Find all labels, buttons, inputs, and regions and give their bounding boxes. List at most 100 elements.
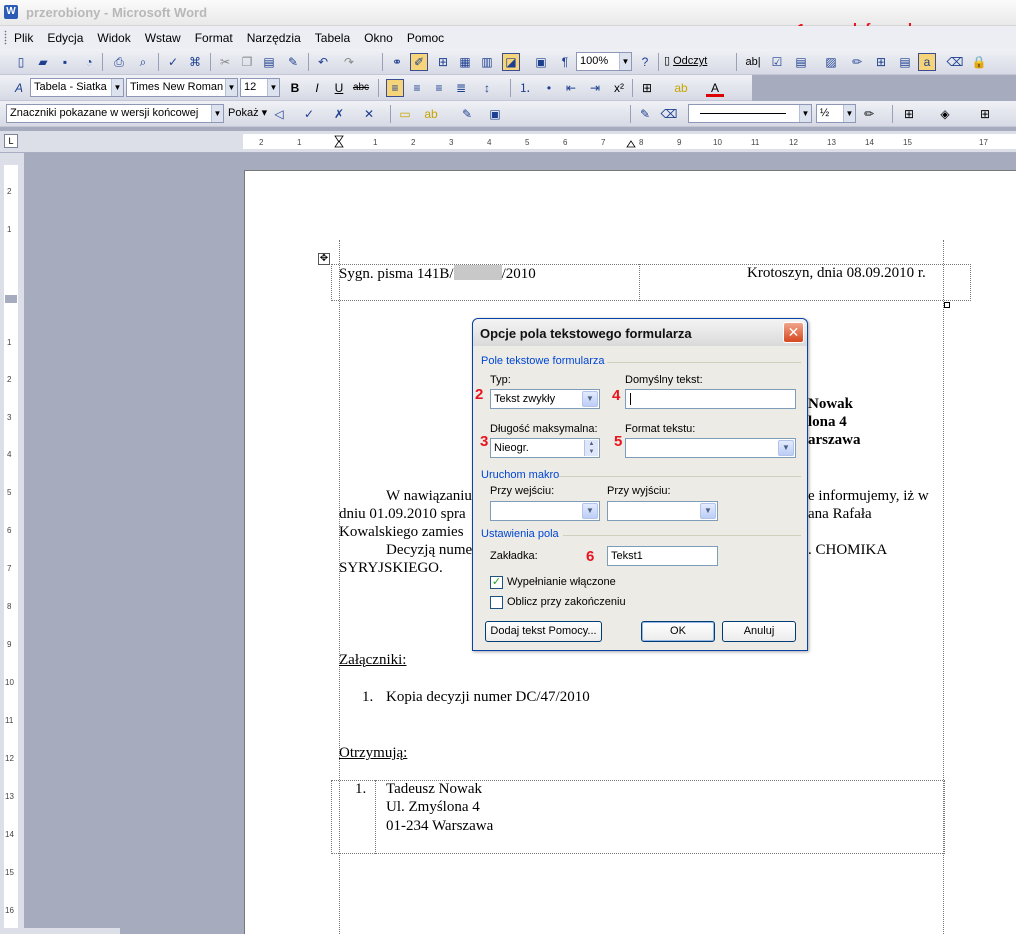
view-buttons-bar[interactable] [0,928,120,934]
copy-icon[interactable]: ❐ [238,53,256,71]
justify-icon[interactable]: ≣ [452,79,470,97]
style-combo[interactable]: Tabela - Siatka ▼ [30,78,124,97]
chevron-down-icon[interactable]: ▼ [778,440,794,456]
menu-narzedzia[interactable]: Narzędzia [247,31,301,45]
table-move-handle-icon[interactable]: ✥ [318,253,330,265]
align-left-icon[interactable]: ≡ [386,79,404,97]
menu-widok[interactable]: Widok [97,31,130,45]
bookmark-input[interactable]: Tekst1 [607,546,718,566]
chevron-down-icon[interactable]: ▼ [582,391,598,407]
table-resize-handle[interactable] [944,302,950,308]
outside-border-icon[interactable]: ⊞ [900,105,918,123]
insert-table-form-icon[interactable]: ⊞ [872,53,890,71]
chevron-down-icon[interactable]: ▼ [700,503,716,519]
border-color-icon[interactable]: ✏ [860,105,878,123]
reject-change-arrow-icon[interactable]: ✕ [360,105,378,123]
save-icon[interactable]: ▪ [56,53,74,71]
insert-table-draw-icon[interactable]: ⊞ [976,105,994,123]
draw-table-icon[interactable]: ✏ [848,53,866,71]
undo-icon[interactable]: ↶ [314,53,332,71]
menu-format[interactable]: Format [195,31,233,45]
spinner-arrows-icon[interactable]: ▲ ▼ [584,440,598,456]
type-select[interactable]: Tekst zwykły ▼ [490,389,600,409]
form-field-shading-icon[interactable]: a [918,53,936,71]
highlight-review-icon[interactable]: ab [422,105,440,123]
show-hide-icon[interactable]: ¶ [556,53,574,71]
font-combo[interactable]: Times New Roman ▼ [126,78,238,97]
document-map-icon[interactable]: ▣ [532,53,550,71]
hyperlink-icon[interactable]: ⚭ [388,53,406,71]
spelling-icon[interactable]: ✓ [164,53,182,71]
menu-okno[interactable]: Okno [364,31,393,45]
zoom-combo[interactable]: 100% ▼ [576,52,632,71]
menu-plik[interactable]: Plik [14,31,33,45]
shading-color-icon[interactable]: ◈ [936,105,954,123]
vertical-ruler[interactable]: 21 123 456 789 101112 131415 16 [4,165,18,934]
eraser-icon[interactable]: ⌫ [660,105,678,123]
previous-change-icon[interactable]: ◁ [270,105,288,123]
max-length-spinner[interactable]: Nieogr. ▲ ▼ [490,438,600,458]
text-form-field-icon[interactable]: ab| [744,53,762,71]
paste-icon[interactable]: ▤ [260,53,278,71]
close-icon[interactable]: ✕ [783,322,804,343]
default-text-input[interactable] [625,389,796,409]
font-color-icon[interactable]: A [706,79,724,97]
numbering-icon[interactable]: ⒈ [516,79,534,97]
highlight-icon[interactable]: ab [672,79,690,97]
insert-comment-icon[interactable]: ▭ [396,105,414,123]
font-size-combo[interactable]: 12 ▼ [240,78,280,97]
decrease-indent-icon[interactable]: ⇤ [562,79,580,97]
dropdown-form-field-icon[interactable]: ▤ [792,53,810,71]
print-preview-icon[interactable]: ⌕ [134,53,152,71]
track-changes-icon[interactable]: ✎ [458,105,476,123]
accept-change-icon[interactable]: ✓ [300,105,318,123]
new-document-icon[interactable]: ▯ [12,53,30,71]
ok-button[interactable]: OK [641,621,715,642]
menu-edycja[interactable]: Edycja [47,31,83,45]
calc-on-exit-checkbox[interactable] [490,596,503,609]
drawing-icon[interactable]: ◪ [502,53,520,71]
menu-pomoc[interactable]: Pomoc [407,31,444,45]
dialog-title-bar[interactable]: Opcje pola tekstowego formularza ✕ [473,319,807,346]
format-painter-icon[interactable]: ✎ [284,53,302,71]
print-icon[interactable]: ⎙ [110,53,128,71]
research-icon[interactable]: ⌘ [186,53,204,71]
columns-icon[interactable]: ▥ [478,53,496,71]
underline-icon[interactable]: U [330,79,348,97]
align-center-icon[interactable]: ≡ [408,79,426,97]
styles-icon[interactable]: A [10,79,28,97]
read-mode-button[interactable]: ▯ Odczyt [664,54,707,67]
help-icon[interactable]: ? [636,53,654,71]
chevron-down-icon[interactable]: ▼ [582,503,598,519]
tab-selector[interactable]: L [4,134,18,148]
insert-frame-icon[interactable]: ▤ [896,53,914,71]
cut-icon[interactable]: ✂ [216,53,234,71]
permission-icon[interactable]: ◔ [80,53,98,71]
superscript-icon[interactable]: x² [610,79,628,97]
bullets-icon[interactable]: • [540,79,558,97]
horizontal-ruler[interactable]: 21 123 456 789 10 11 12 13 14 15 17 [243,134,1016,149]
fill-enabled-checkbox[interactable]: ✓ [490,576,503,589]
on-entry-select[interactable]: ▼ [490,501,600,521]
redo-icon[interactable]: ↷ [340,53,358,71]
form-field-options-icon[interactable]: ▨ [822,53,840,71]
tables-borders-icon[interactable]: ✐ [410,53,428,71]
open-folder-icon[interactable]: ▰ [34,53,52,71]
italic-icon[interactable]: I [308,79,326,97]
insert-excel-icon[interactable]: ▦ [456,53,474,71]
menu-wstaw[interactable]: Wstaw [145,31,181,45]
menu-tabela[interactable]: Tabela [315,31,350,45]
reset-form-fields-icon[interactable]: ⌫ [946,53,964,71]
markup-display-combo[interactable]: Znaczniki pokazane w wersji końcowej ▼ [6,104,224,123]
line-spacing-icon[interactable]: ↕ [478,79,496,97]
menu-grip-handle[interactable] [4,30,7,45]
reviewing-pane-icon[interactable]: ▣ [486,105,504,123]
text-format-select[interactable]: ▼ [625,438,796,458]
line-weight-combo[interactable]: ½ ▼ [816,104,856,123]
line-style-combo[interactable]: ▼ [688,104,812,123]
add-help-text-button[interactable]: Dodaj tekst Pomocy... [485,621,602,642]
cancel-button[interactable]: Anuluj [722,621,796,642]
strikethrough-icon[interactable]: abc [352,79,370,97]
checkbox-form-field-icon[interactable]: ☑ [768,53,786,71]
on-exit-select[interactable]: ▼ [607,501,718,521]
